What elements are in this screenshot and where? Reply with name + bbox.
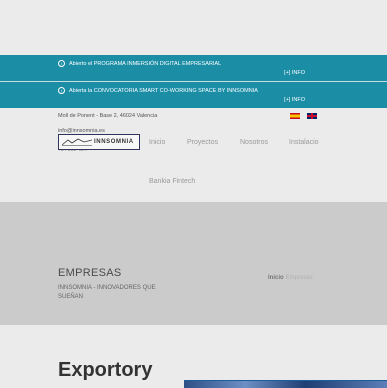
uk-flag-icon[interactable] [307, 113, 317, 119]
announcement-message: i Abierta la CONVOCATORIA SMART CO-WORKI… [58, 87, 258, 94]
logo-mark-icon [62, 138, 92, 146]
info-icon: i [58, 87, 65, 94]
nav-proyectos[interactable]: Proyectos [187, 139, 218, 146]
nav-instalaciones[interactable]: Instalacio [289, 139, 319, 146]
top-spacer [0, 0, 387, 55]
site-logo[interactable]: INNSOMNIA [58, 134, 140, 150]
announcement-text: Abierto el PROGRAMA INMERSIÓN DIGITAL EM… [69, 60, 222, 67]
breadcrumb-home-link[interactable]: Inicio [268, 275, 284, 281]
spain-flag-icon[interactable] [290, 113, 300, 119]
page-hero: EMPRESAS INNSOMNIA - INNOVADORES QUE SUE… [0, 202, 387, 325]
info-icon: i [58, 60, 65, 67]
announcement-banner-2[interactable]: i Abierta la CONVOCATORIA SMART CO-WORKI… [0, 82, 387, 108]
announcement-banner-1[interactable]: i Abierto el PROGRAMA INMERSIÓN DIGITAL … [0, 55, 387, 81]
page-subtitle: INNSOMNIA - INNOVADORES QUE SUEÑAN [58, 285, 156, 300]
logo-text: INNSOMNIA [94, 139, 134, 145]
info-link[interactable]: [+] INFO [284, 97, 305, 103]
breadcrumb-current: Empresas [285, 275, 313, 281]
contact-address: Moll de Ponent - Base 2, 46024 Valencia [58, 113, 158, 119]
site-header: Moll de Ponent - Base 2, 46024 Valencia … [0, 108, 387, 202]
main-content: Exportory [0, 325, 387, 388]
nav-nosotros[interactable]: Nosotros [240, 139, 268, 146]
announcement-text: Abierta la CONVOCATORIA SMART CO-WORKING… [69, 87, 258, 94]
info-link[interactable]: [+] INFO [284, 70, 305, 76]
breadcrumb: Inicio Empresas [268, 275, 313, 281]
nav-bankia-fintech[interactable]: Bankia Fintech [149, 178, 195, 185]
nav-inicio[interactable]: Inicio [149, 139, 165, 146]
company-title: Exportory [58, 359, 153, 381]
page-title: EMPRESAS [58, 267, 122, 279]
announcement-message: i Abierto el PROGRAMA INMERSIÓN DIGITAL … [58, 60, 221, 67]
